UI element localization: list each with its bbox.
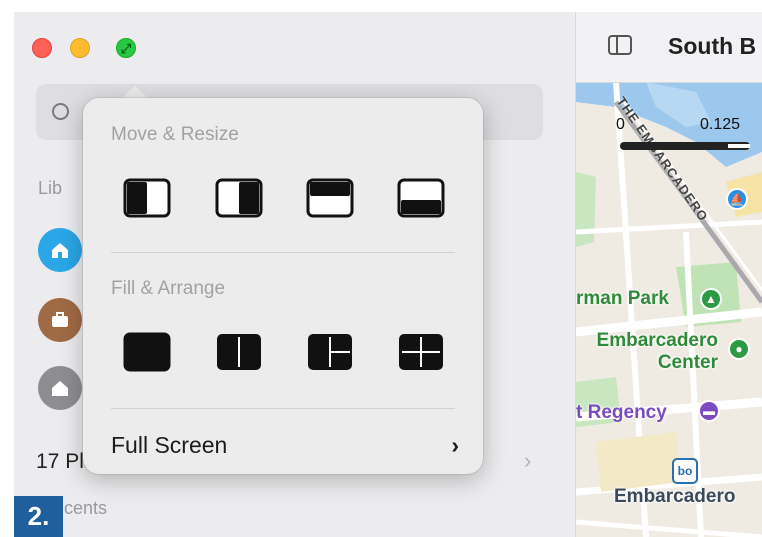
transit-station-icon[interactable]: bo bbox=[672, 458, 698, 484]
move-resize-options bbox=[111, 178, 471, 222]
search-icon bbox=[52, 103, 69, 120]
full-screen-label: Full Screen bbox=[111, 432, 228, 458]
fill-arrange-options bbox=[111, 332, 471, 376]
scale-bar bbox=[620, 142, 750, 150]
app-window: ⤢ Lib 17 Places 1 Guide 3 Routes › cents… bbox=[14, 12, 762, 537]
tile-quarters-button[interactable] bbox=[397, 332, 445, 372]
poi-park-label[interactable]: rman Park bbox=[576, 288, 669, 310]
map-view[interactable]: South B THE EMBARCADERO 0 0.125 ⛵ rman P… bbox=[576, 12, 762, 537]
zoom-button[interactable]: ⤢ bbox=[116, 38, 136, 58]
bottom-half-icon bbox=[397, 178, 445, 218]
right-half-icon bbox=[215, 178, 263, 218]
tile-one-two-button[interactable] bbox=[306, 332, 354, 372]
mall-pin-icon[interactable]: ● bbox=[728, 338, 750, 360]
minimize-button[interactable] bbox=[70, 38, 90, 58]
poi-center-label[interactable]: Embarcadero Center bbox=[576, 330, 718, 374]
poi-hotel-label[interactable]: t Regency bbox=[576, 402, 667, 424]
home-icon[interactable] bbox=[38, 228, 82, 272]
tile-halves-button[interactable] bbox=[215, 332, 263, 372]
move-resize-heading: Move & Resize bbox=[111, 124, 239, 145]
scale-label-zero: 0 bbox=[616, 116, 625, 133]
left-plus-two-right-icon bbox=[308, 334, 352, 370]
fill-arrange-heading: Fill & Arrange bbox=[111, 278, 226, 299]
library-heading: Lib bbox=[38, 178, 63, 198]
tile-bottom-half-button[interactable] bbox=[397, 178, 445, 218]
chevron-right-icon: › bbox=[451, 432, 459, 458]
briefcase-icon[interactable] bbox=[38, 298, 82, 342]
left-half-icon bbox=[123, 178, 171, 218]
chevron-right-icon[interactable]: › bbox=[524, 448, 531, 474]
minimize-icon bbox=[71, 39, 89, 57]
close-button[interactable] bbox=[32, 38, 52, 58]
building-icon[interactable] bbox=[38, 366, 82, 410]
tile-right-half-button[interactable] bbox=[215, 178, 263, 218]
map-title: South B bbox=[668, 33, 757, 59]
window-tiling-popover: Move & Resize Fill & Arrange Full Screen… bbox=[83, 98, 483, 474]
split-halves-icon bbox=[217, 334, 261, 370]
popover-divider bbox=[111, 252, 455, 253]
fullscreen-arrows-icon: ⤢ bbox=[120, 40, 132, 56]
tile-fill-button[interactable] bbox=[123, 332, 171, 372]
quarters-icon bbox=[399, 334, 443, 370]
tree-pin-icon[interactable]: ▲ bbox=[700, 288, 722, 310]
step-number-badge: 2. bbox=[14, 496, 63, 537]
popover-divider bbox=[111, 408, 455, 409]
poi-station-label[interactable]: Embarcadero bbox=[614, 486, 735, 508]
fill-icon bbox=[123, 332, 171, 372]
bed-pin-icon[interactable]: ▬ bbox=[698, 400, 720, 422]
map-toolbar: South B bbox=[576, 12, 762, 83]
tile-top-half-button[interactable] bbox=[306, 178, 354, 218]
tile-left-half-button[interactable] bbox=[123, 178, 171, 218]
full-screen-menu-item[interactable]: Full Screen › bbox=[111, 432, 459, 460]
recents-heading: cents bbox=[64, 498, 108, 518]
sailboat-pin-icon[interactable]: ⛵ bbox=[726, 188, 748, 210]
close-icon bbox=[33, 39, 51, 57]
top-half-icon bbox=[306, 178, 354, 218]
sidebar-toggle-icon[interactable] bbox=[608, 35, 632, 55]
scale-label-distance: 0.125 bbox=[700, 116, 741, 133]
